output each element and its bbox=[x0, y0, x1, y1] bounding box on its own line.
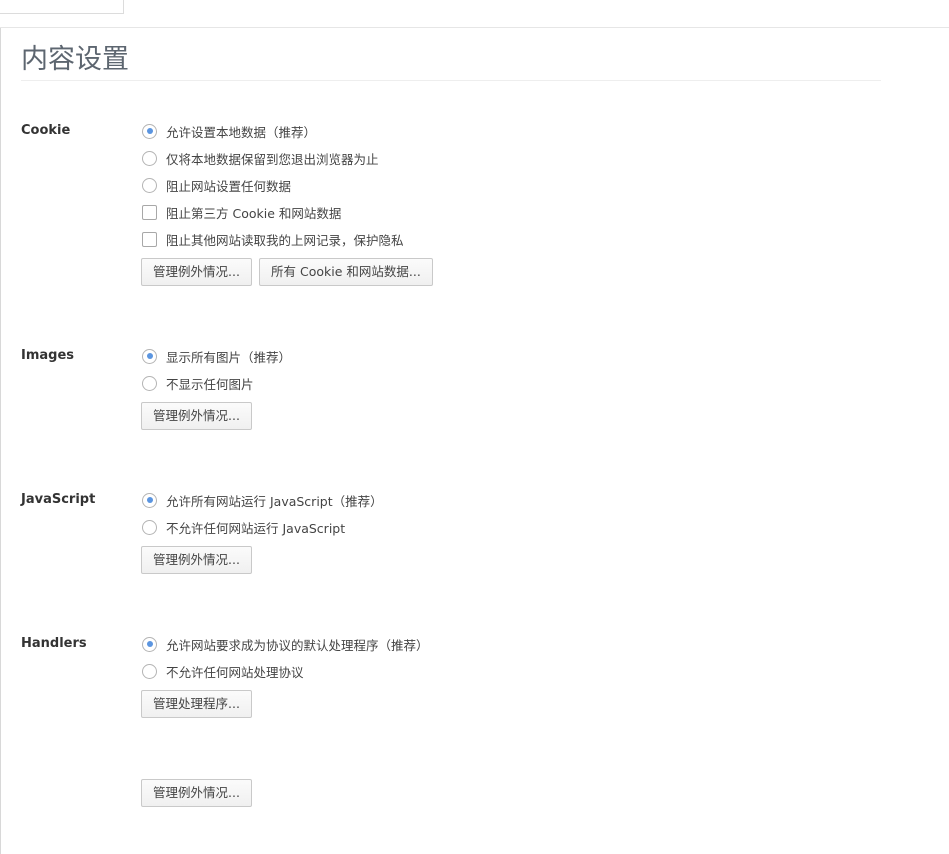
option-label: 允许所有网站运行 JavaScript（推荐） bbox=[166, 493, 383, 509]
checkbox-icon[interactable] bbox=[142, 204, 157, 220]
cookie-section-label: Cookie bbox=[21, 123, 71, 138]
handlers-allow-default-radio[interactable]: 允许网站要求成为协议的默认处理程序（推荐） bbox=[142, 635, 429, 653]
cookie-block-all-radio[interactable]: 阻止网站设置任何数据 bbox=[142, 176, 291, 194]
handlers-block-all-radio[interactable]: 不允许任何网站处理协议 bbox=[142, 662, 304, 680]
page-title: 内容设置 bbox=[21, 44, 129, 75]
cookie-keep-until-exit-radio[interactable]: 仅将本地数据保留到您退出浏览器为止 bbox=[142, 149, 379, 167]
option-label: 允许设置本地数据（推荐） bbox=[166, 124, 317, 140]
javascript-section-label: JavaScript bbox=[21, 492, 96, 507]
cookie-allow-local-data-radio[interactable]: 允许设置本地数据（推荐） bbox=[142, 122, 316, 140]
handlers-section-label: Handlers bbox=[21, 636, 87, 651]
left-border bbox=[0, 28, 1, 854]
option-label: 显示所有图片（推荐） bbox=[166, 349, 292, 365]
extra-manage-exceptions-button[interactable]: 管理例外情况... bbox=[141, 779, 252, 807]
javascript-allow-all-radio[interactable]: 允许所有网站运行 JavaScript（推荐） bbox=[142, 491, 383, 509]
radio-icon[interactable] bbox=[142, 519, 157, 535]
radio-checked-icon[interactable] bbox=[142, 123, 157, 139]
option-label: 不允许任何网站处理协议 bbox=[166, 664, 304, 680]
images-section-label: Images bbox=[21, 348, 75, 363]
option-label: 阻止网站设置任何数据 bbox=[166, 178, 292, 194]
option-label: 阻止第三方 Cookie 和网站数据 bbox=[166, 205, 342, 221]
option-label: 不显示任何图片 bbox=[166, 376, 254, 392]
top-divider bbox=[0, 27, 949, 28]
cookie-manage-exceptions-button[interactable]: 管理例外情况... bbox=[141, 258, 252, 286]
checkbox-icon[interactable] bbox=[142, 231, 157, 247]
radio-checked-icon[interactable] bbox=[142, 348, 157, 364]
radio-checked-icon[interactable] bbox=[142, 492, 157, 508]
cookie-block-history-read-checkbox[interactable]: 阻止其他网站读取我的上网记录，保护隐私 bbox=[142, 230, 404, 248]
radio-icon[interactable] bbox=[142, 663, 157, 679]
cookie-block-third-party-checkbox[interactable]: 阻止第三方 Cookie 和网站数据 bbox=[142, 203, 341, 221]
javascript-block-all-radio[interactable]: 不允许任何网站运行 JavaScript bbox=[142, 518, 345, 536]
option-label: 仅将本地数据保留到您退出浏览器为止 bbox=[166, 151, 379, 167]
title-divider bbox=[21, 80, 881, 81]
javascript-manage-exceptions-button[interactable]: 管理例外情况... bbox=[141, 546, 252, 574]
option-label: 阻止其他网站读取我的上网记录，保护隐私 bbox=[166, 232, 404, 248]
all-cookies-site-data-button[interactable]: 所有 Cookie 和网站数据... bbox=[259, 258, 433, 286]
option-label: 不允许任何网站运行 JavaScript bbox=[166, 520, 346, 536]
manage-handlers-button[interactable]: 管理处理程序... bbox=[141, 690, 252, 718]
radio-checked-icon[interactable] bbox=[142, 636, 157, 652]
option-label: 允许网站要求成为协议的默认处理程序（推荐） bbox=[166, 637, 429, 653]
images-show-all-radio[interactable]: 显示所有图片（推荐） bbox=[142, 347, 291, 365]
radio-icon[interactable] bbox=[142, 150, 157, 166]
images-show-none-radio[interactable]: 不显示任何图片 bbox=[142, 374, 254, 392]
top-tab bbox=[0, 0, 124, 14]
radio-icon[interactable] bbox=[142, 375, 157, 391]
radio-icon[interactable] bbox=[142, 177, 157, 193]
images-manage-exceptions-button[interactable]: 管理例外情况... bbox=[141, 402, 252, 430]
